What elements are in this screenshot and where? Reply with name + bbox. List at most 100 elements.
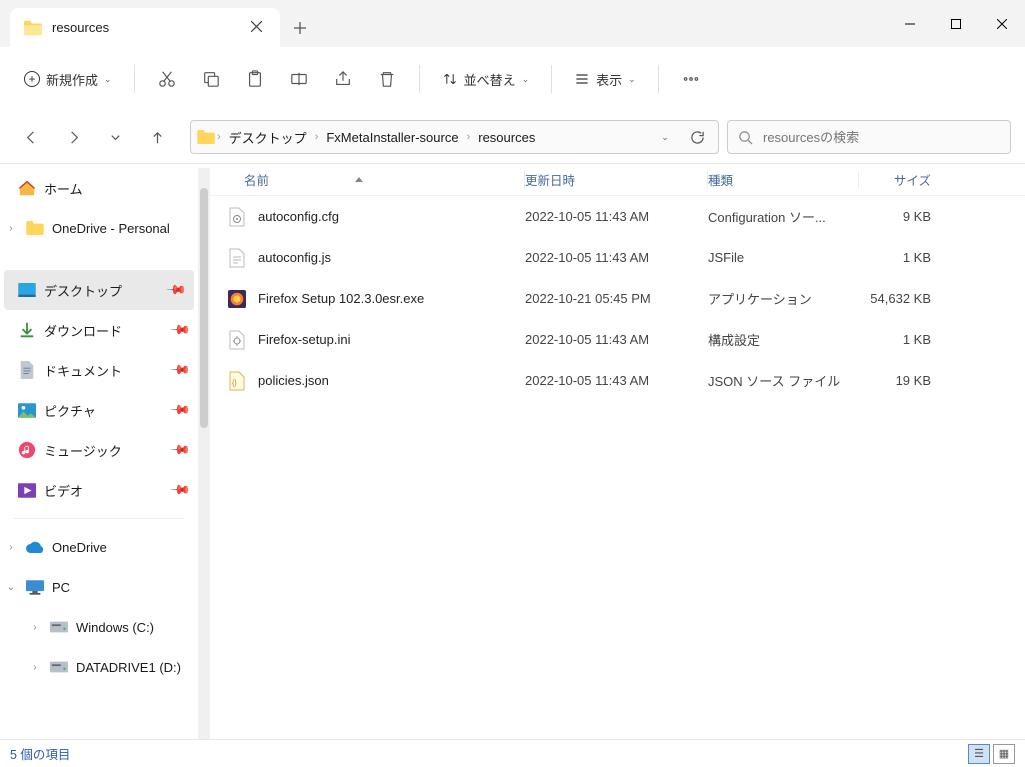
file-date: 2022-10-05 11:43 AM (525, 209, 707, 224)
search-bar[interactable] (727, 120, 1011, 154)
desktop-icon (18, 281, 36, 299)
file-row[interactable]: autoconfig.js2022-10-05 11:43 AMJSFile1 … (210, 237, 1025, 278)
sidebar-item[interactable]: › OneDrive (0, 527, 198, 567)
sidebar-item[interactable]: › Windows (C:) (0, 607, 198, 647)
sidebar-item[interactable]: ビデオ📌 (0, 470, 198, 510)
expand-icon[interactable]: › (28, 622, 42, 633)
delete-button[interactable] (367, 59, 407, 99)
sidebar-item[interactable]: デスクトップ📌 (4, 270, 194, 310)
plus-icon: + (24, 71, 40, 87)
file-type: JSFile (708, 250, 858, 265)
sidebar-item[interactable]: ピクチャ📌 (0, 390, 198, 430)
expand-icon[interactable]: ⌄ (4, 582, 18, 593)
sidebar-item-label: ホーム (44, 179, 83, 198)
back-button[interactable] (14, 120, 48, 154)
pin-icon: 📌 (169, 399, 192, 422)
column-header-date[interactable]: 更新日時 (525, 170, 707, 189)
close-tab-button[interactable] (247, 16, 266, 39)
column-header-type[interactable]: 種類 (708, 170, 858, 189)
sidebar-item-label: ダウンロード (44, 321, 122, 340)
file-icon (228, 289, 246, 309)
expand-icon[interactable]: › (28, 662, 42, 673)
file-icon (228, 330, 246, 350)
chevron-down-icon: ⌄ (522, 74, 530, 85)
picture-icon (18, 401, 36, 419)
active-tab[interactable]: resources (10, 8, 280, 47)
search-icon (738, 130, 753, 145)
sidebar: ホーム›OneDrive - Personalデスクトップ📌ダウンロード📌ドキュ… (0, 164, 210, 739)
search-input[interactable] (763, 130, 1000, 145)
folder-icon (24, 19, 42, 37)
sidebar-item[interactable]: ホーム (0, 168, 198, 208)
file-date: 2022-10-21 05:45 PM (525, 291, 707, 306)
sidebar-item-label: PC (52, 580, 70, 595)
tiles-view-button[interactable]: ▦ (993, 744, 1015, 764)
file-row[interactable]: Firefox-setup.ini2022-10-05 11:43 AM構成設定… (210, 319, 1025, 360)
pin-icon: 📌 (169, 479, 192, 502)
details-view-button[interactable]: ☰ (968, 744, 990, 764)
share-button[interactable] (323, 59, 363, 99)
more-button[interactable] (671, 59, 711, 99)
titlebar: resources (0, 0, 1025, 47)
file-row[interactable]: Firefox Setup 102.3.0esr.exe2022-10-21 0… (210, 278, 1025, 319)
recent-button[interactable] (98, 120, 132, 154)
close-window-button[interactable] (979, 0, 1025, 47)
chevron-down-icon: ⌄ (104, 74, 112, 85)
onedrive-icon (26, 538, 44, 556)
cut-button[interactable] (147, 59, 187, 99)
expand-icon[interactable]: › (4, 223, 18, 234)
chevron-right-icon: › (217, 131, 221, 143)
address-dropdown[interactable]: ⌄ (650, 122, 680, 152)
sidebar-item-label: OneDrive (52, 540, 107, 555)
column-header-size[interactable]: サイズ (859, 170, 941, 189)
rename-button[interactable] (279, 59, 319, 99)
file-date: 2022-10-05 11:43 AM (525, 373, 707, 388)
expand-icon[interactable]: › (4, 542, 18, 553)
up-button[interactable] (140, 120, 174, 154)
file-type: Configuration ソー... (708, 207, 858, 226)
file-size: 9 KB (859, 209, 941, 224)
forward-button[interactable] (56, 120, 90, 154)
file-icon (228, 248, 246, 268)
folder-yellow-icon (26, 219, 44, 237)
copy-button[interactable] (191, 59, 231, 99)
sidebar-item[interactable]: ミュージック📌 (0, 430, 198, 470)
main-area: ホーム›OneDrive - Personalデスクトップ📌ダウンロード📌ドキュ… (0, 163, 1025, 739)
sidebar-item[interactable]: ⌄ PC (0, 567, 198, 607)
maximize-button[interactable] (933, 0, 979, 47)
chevron-right-icon: › (315, 131, 319, 143)
sidebar-item[interactable]: ダウンロード📌 (0, 310, 198, 350)
window-controls (887, 0, 1025, 47)
paste-button[interactable] (235, 59, 275, 99)
file-row[interactable]: {}policies.json2022-10-05 11:43 AMJSON ソ… (210, 360, 1025, 401)
pc-icon (26, 578, 44, 596)
refresh-button[interactable] (682, 122, 712, 152)
minimize-button[interactable] (887, 0, 933, 47)
download-icon (18, 321, 36, 339)
sidebar-item[interactable]: ドキュメント📌 (0, 350, 198, 390)
column-header-name[interactable]: 名前 (210, 170, 524, 189)
pin-icon: 📌 (165, 279, 188, 302)
file-name: policies.json (258, 373, 329, 388)
new-tab-button[interactable] (280, 8, 320, 47)
file-row[interactable]: autoconfig.cfg2022-10-05 11:43 AMConfigu… (210, 196, 1025, 237)
scrollbar[interactable] (198, 168, 210, 739)
pin-icon: 📌 (169, 359, 192, 382)
new-button[interactable]: + 新規作成 ⌄ (14, 64, 122, 95)
svg-text:{}: {} (232, 380, 237, 387)
scrollbar-thumb[interactable] (200, 188, 208, 428)
sidebar-item[interactable]: ›OneDrive - Personal (0, 208, 198, 248)
view-button[interactable]: 表示 ⌄ (564, 64, 646, 95)
file-type: 構成設定 (708, 330, 858, 349)
address-bar[interactable]: › デスクトップ › FxMetaInstaller-source › reso… (190, 120, 719, 154)
file-date: 2022-10-05 11:43 AM (525, 250, 707, 265)
file-size: 1 KB (859, 332, 941, 347)
sidebar-item[interactable]: ›DATADRIVE1 (D:) (0, 647, 198, 687)
breadcrumb-item[interactable]: デスクトップ (223, 126, 313, 149)
breadcrumb-item[interactable]: resources (472, 128, 541, 147)
file-icon: {} (228, 371, 246, 391)
music-icon (18, 441, 36, 459)
sidebar-item-label: Windows (C:) (76, 620, 154, 635)
sort-button[interactable]: 並べ替え ⌄ (432, 64, 540, 95)
breadcrumb-item[interactable]: FxMetaInstaller-source (320, 128, 464, 147)
